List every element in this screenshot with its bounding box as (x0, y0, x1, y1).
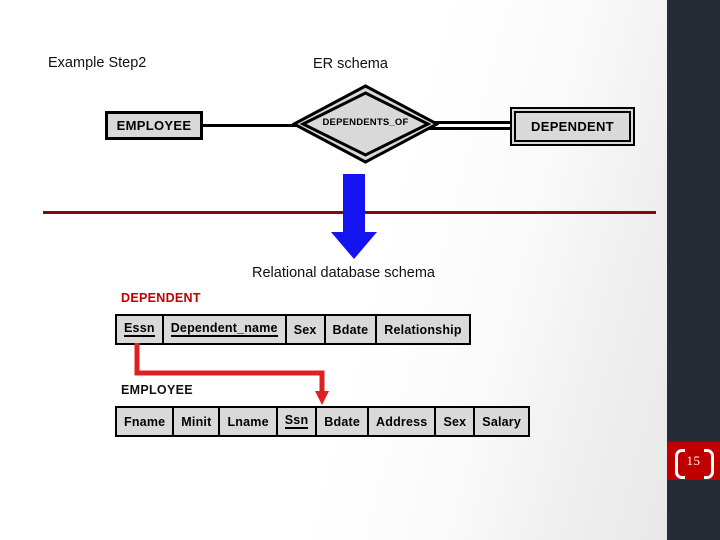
slide-canvas: Example Step2 ER schema Relational datab… (0, 0, 720, 540)
column-header-ssn: Ssn (278, 408, 318, 435)
column-header-employee-bdate: Bdate (317, 408, 370, 435)
foreign-key-reference-arrow (126, 343, 336, 409)
relation-table-employee: Fname Minit Lname Ssn Bdate Address Sex … (115, 406, 531, 437)
bracket-right-icon (704, 449, 714, 479)
relation-label-dependent: DEPENDENT (121, 291, 201, 305)
column-header-lname: Lname (220, 408, 278, 435)
er-entity-employee: EMPLOYEE (105, 111, 203, 140)
er-relationship-label: DEPENDENTS_OF (322, 117, 409, 128)
er-relationship-dependents-of: DEPENDENTS_OF (292, 84, 439, 164)
connector-relationship-to-dependent-upper (428, 121, 512, 124)
column-header-dependent-name: Dependent_name (164, 316, 287, 343)
column-header-fname: Fname (117, 408, 175, 435)
column-header-employee-sex: Sex (436, 408, 476, 435)
er-entity-employee-label: EMPLOYEE (116, 118, 192, 133)
connector-employee-to-relationship (202, 124, 302, 127)
er-entity-dependent-inner-border: DEPENDENT (514, 111, 631, 142)
transform-down-arrow-icon (330, 174, 378, 260)
er-schema-title: ER schema (313, 56, 388, 72)
column-header-sex: Sex (287, 316, 326, 343)
er-entity-dependent: DEPENDENT (510, 107, 635, 146)
relation-table-dependent: Essn Dependent_name Sex Bdate Relationsh… (115, 314, 471, 345)
er-entity-dependent-label: DEPENDENT (531, 119, 614, 134)
column-header-relationship: Relationship (384, 322, 462, 337)
connector-relationship-to-dependent-lower (428, 127, 512, 130)
page-title: Example Step2 (48, 55, 147, 71)
relation-label-employee: EMPLOYEE (121, 383, 193, 397)
relational-schema-title: Relational database schema (252, 265, 435, 281)
column-header-minit: Minit (174, 408, 221, 435)
column-header-bdate: Bdate (326, 316, 378, 343)
column-header-salary: Salary (482, 414, 522, 429)
page-number-badge: 15 (667, 442, 720, 480)
column-header-essn: Essn (117, 316, 164, 343)
column-header-address: Address (369, 408, 437, 435)
